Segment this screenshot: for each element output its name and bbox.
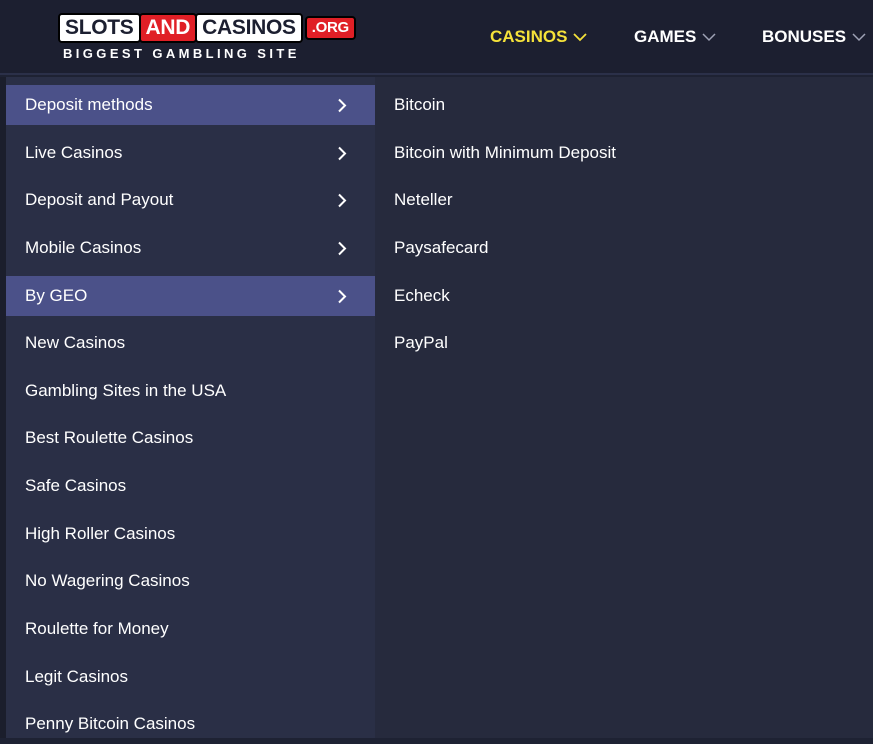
menu-item-best-roulette-casinos[interactable]: Best Roulette Casinos — [6, 418, 375, 458]
chevron-right-icon — [338, 241, 347, 256]
menu-item-roulette-for-money[interactable]: Roulette for Money — [6, 609, 375, 649]
casinos-dropdown-menu: Deposit methods Live Casinos Deposit and… — [6, 77, 375, 738]
menu-item-label: No Wagering Casinos — [25, 571, 190, 590]
submenu-item-paysafecard[interactable]: Paysafecard — [394, 228, 489, 268]
menu-item-gambling-sites-usa[interactable]: Gambling Sites in the USA — [6, 371, 375, 411]
menu-item-safe-casinos[interactable]: Safe Casinos — [6, 466, 375, 506]
menu-item-label: High Roller Casinos — [25, 524, 176, 543]
chevron-down-icon — [852, 33, 866, 42]
menu-item-label: Best Roulette Casinos — [25, 428, 194, 447]
chevron-down-icon — [702, 33, 716, 42]
menu-item-high-roller-casinos[interactable]: High Roller Casinos — [6, 514, 375, 554]
chevron-right-icon — [338, 193, 347, 208]
submenu-item-bitcoin[interactable]: Bitcoin — [394, 85, 445, 125]
menu-item-label: Safe Casinos — [25, 476, 127, 495]
nav-item-label: CASINOS — [490, 27, 568, 46]
nav-item-casinos[interactable]: CASINOS — [490, 25, 588, 49]
menu-item-live-casinos[interactable]: Live Casinos — [6, 133, 375, 173]
submenu-item-echeck[interactable]: Echeck — [394, 276, 450, 316]
menu-item-label: Mobile Casinos — [25, 238, 142, 257]
menu-item-label: Gambling Sites in the USA — [25, 381, 227, 400]
chevron-right-icon — [338, 289, 347, 304]
menu-item-new-casinos[interactable]: New Casinos — [6, 323, 375, 363]
menu-item-mobile-casinos[interactable]: Mobile Casinos — [6, 228, 375, 268]
nav-item-label: BONUSES — [762, 27, 847, 46]
nav-item-games[interactable]: GAMES — [634, 25, 716, 49]
submenu-item-paypal[interactable]: PayPal — [394, 323, 448, 363]
menu-item-label: Deposit and Payout — [25, 190, 174, 209]
chevron-down-icon — [573, 33, 588, 42]
menu-item-label: Penny Bitcoin Casinos — [25, 714, 196, 733]
main-nav: CASINOS GAMES BONUSES — [0, 25, 873, 49]
menu-item-deposit-and-payout[interactable]: Deposit and Payout — [6, 180, 375, 220]
menu-item-by-geo[interactable]: By GEO — [6, 276, 375, 316]
menu-item-label: Live Casinos — [25, 143, 123, 162]
menu-item-no-wagering-casinos[interactable]: No Wagering Casinos — [6, 561, 375, 601]
menu-item-deposit-methods[interactable]: Deposit methods — [6, 85, 375, 125]
menu-item-label: New Casinos — [25, 333, 126, 352]
chevron-right-icon — [338, 98, 347, 113]
nav-item-bonuses[interactable]: BONUSES — [762, 25, 866, 49]
menu-item-label: Deposit methods — [25, 95, 153, 114]
chevron-right-icon — [338, 146, 347, 161]
nav-item-label: GAMES — [634, 27, 697, 46]
menu-item-label: Legit Casinos — [25, 667, 129, 686]
submenu-item-neteller[interactable]: Neteller — [394, 180, 453, 220]
site-header: SLOTS AND CASINOS .ORG BIGGEST GAMBLING … — [0, 0, 873, 75]
menu-item-penny-bitcoin-casinos[interactable]: Penny Bitcoin Casinos — [6, 704, 375, 744]
menu-item-label: Roulette for Money — [25, 619, 169, 638]
deposit-methods-submenu: Bitcoin Bitcoin with Minimum Deposit Net… — [375, 77, 873, 738]
menu-item-legit-casinos[interactable]: Legit Casinos — [6, 657, 375, 697]
submenu-item-bitcoin-min-deposit[interactable]: Bitcoin with Minimum Deposit — [394, 133, 616, 173]
menu-item-label: By GEO — [25, 286, 88, 305]
